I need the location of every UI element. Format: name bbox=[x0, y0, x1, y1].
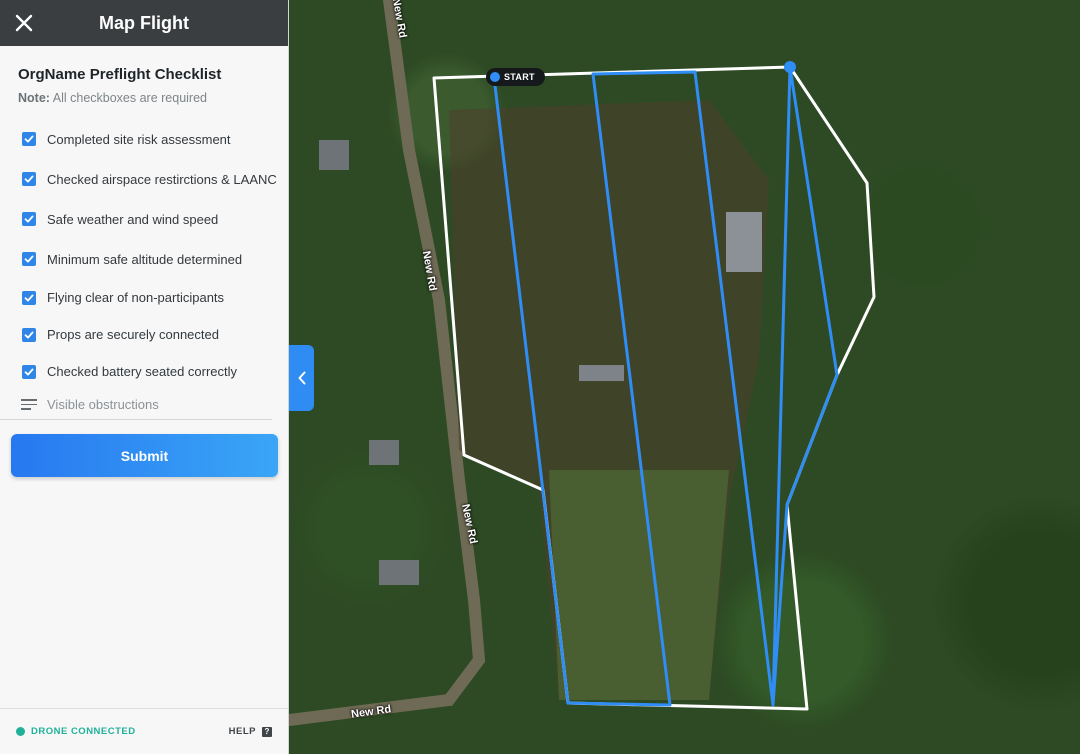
start-marker[interactable]: START bbox=[486, 68, 545, 86]
status-text: DRONE CONNECTED bbox=[31, 726, 136, 737]
checklist-item-battery[interactable]: Checked battery seated correctly bbox=[0, 353, 288, 390]
checkbox-checked-icon[interactable] bbox=[22, 290, 36, 305]
close-button[interactable] bbox=[12, 11, 36, 35]
checklist-item-weather[interactable]: Safe weather and wind speed bbox=[0, 199, 288, 239]
panel-footer: DRONE CONNECTED HELP ? bbox=[0, 708, 288, 754]
checklist-item-label: Flying clear of non-participants bbox=[47, 290, 225, 305]
checkbox-checked-icon[interactable] bbox=[22, 364, 36, 379]
map-overlay bbox=[289, 0, 876, 726]
start-point-icon bbox=[490, 72, 500, 82]
building bbox=[379, 560, 419, 585]
page-title: Map Flight bbox=[99, 12, 189, 33]
checkbox-checked-icon[interactable] bbox=[22, 327, 36, 342]
status-dot-icon bbox=[16, 727, 25, 736]
submit-button[interactable]: Submit bbox=[11, 434, 278, 477]
visible-obstructions-field[interactable]: Visible obstructions bbox=[0, 390, 272, 420]
checklist-item-airspace[interactable]: Checked airspace restirctions & LAANC bbox=[0, 159, 288, 199]
panel-header: Map Flight bbox=[0, 0, 288, 46]
start-label: START bbox=[504, 72, 535, 82]
checklist-item-label: Minimum safe altitude determined bbox=[47, 251, 243, 267]
checklist-item-altitude[interactable]: Minimum safe altitude determined bbox=[0, 239, 288, 279]
note-label: Note: bbox=[18, 91, 50, 105]
checklist-item-label: Checked battery seated correctly bbox=[47, 364, 238, 379]
help-label: HELP bbox=[228, 726, 256, 737]
building bbox=[369, 440, 399, 465]
checkbox-checked-icon[interactable] bbox=[22, 172, 36, 186]
waypoint-marker[interactable] bbox=[784, 61, 796, 73]
field-area bbox=[549, 470, 729, 700]
chevron-left-icon bbox=[298, 371, 305, 385]
checklist-item-label: Safe weather and wind speed bbox=[47, 211, 219, 227]
note-text: All checkboxes are required bbox=[52, 91, 207, 105]
checklist-item-non-participants[interactable]: Flying clear of non-participants bbox=[0, 279, 288, 316]
checklist-item-label: Checked airspace restirctions & LAANC bbox=[47, 171, 277, 187]
checklist-title: OrgName Preflight Checklist bbox=[18, 66, 222, 83]
satellite-map[interactable]: New Rd New Rd New Rd New Rd START bbox=[289, 0, 1080, 754]
checklist-note: Note: All checkboxes are required bbox=[18, 91, 288, 105]
building bbox=[319, 140, 349, 170]
preflight-panel: Map Flight OrgName Preflight Checklist N… bbox=[0, 0, 289, 754]
building bbox=[579, 365, 624, 381]
checklist-item-props[interactable]: Props are securely connected bbox=[0, 316, 288, 353]
help-button[interactable]: HELP ? bbox=[229, 726, 272, 737]
checklist-item-site-risk[interactable]: Completed site risk assessment bbox=[0, 119, 288, 159]
road bbox=[289, 0, 486, 726]
close-icon bbox=[15, 14, 33, 32]
checklist-item-label: Completed site risk assessment bbox=[47, 131, 231, 147]
checklist-item-label: Props are securely connected bbox=[47, 327, 219, 342]
collapse-panel-button[interactable] bbox=[289, 345, 314, 411]
help-icon: ? bbox=[262, 726, 272, 737]
building bbox=[726, 212, 762, 272]
checkbox-checked-icon[interactable] bbox=[22, 212, 36, 226]
connection-status: DRONE CONNECTED bbox=[16, 726, 136, 737]
visible-obstructions-label: Visible obstructions bbox=[47, 397, 159, 412]
checkbox-checked-icon[interactable] bbox=[22, 252, 36, 266]
text-lines-icon bbox=[21, 399, 37, 410]
checklist-items: Completed site risk assessment Checked a… bbox=[0, 119, 288, 420]
checkbox-checked-icon[interactable] bbox=[22, 132, 36, 146]
